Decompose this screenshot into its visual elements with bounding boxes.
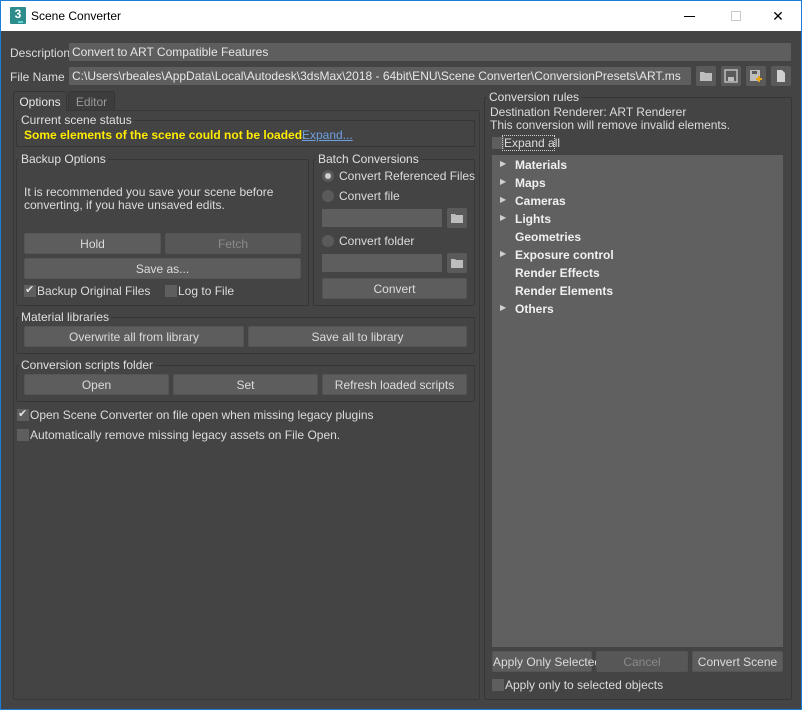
convert-scene-button[interactable]: Convert Scene bbox=[692, 651, 783, 672]
save-preset-button[interactable] bbox=[721, 66, 741, 86]
new-preset-button[interactable] bbox=[771, 66, 791, 86]
expand-arrow-icon[interactable]: ▶ bbox=[500, 303, 506, 312]
convert-folder-input[interactable] bbox=[322, 254, 442, 272]
minimize-button[interactable] bbox=[667, 1, 713, 31]
refresh-scripts-button[interactable]: Refresh loaded scripts bbox=[322, 374, 467, 395]
rule-label: Geometries bbox=[515, 230, 582, 244]
save-as-button[interactable]: Save as... bbox=[24, 258, 301, 279]
maximize-icon bbox=[731, 11, 741, 21]
browse-file-button[interactable] bbox=[447, 208, 467, 228]
expand-arrow-icon[interactable]: ▶ bbox=[500, 249, 506, 258]
browse-folder-button[interactable] bbox=[447, 253, 467, 273]
description-field[interactable]: Convert to ART Compatible Features bbox=[69, 43, 791, 61]
rule-item-exposure-control[interactable]: ▶ Exposure control bbox=[492, 246, 783, 264]
convert-folder-label: Convert folder bbox=[339, 234, 415, 248]
minimize-icon bbox=[684, 16, 695, 17]
destination-renderer-text: Destination Renderer: ART Renderer bbox=[490, 105, 687, 119]
log-to-file-label: Log to File bbox=[178, 284, 235, 298]
folder-icon bbox=[451, 214, 463, 223]
convert-button[interactable]: Convert bbox=[322, 278, 467, 299]
rule-label: Exposure control bbox=[515, 248, 614, 262]
rule-item-lights[interactable]: ▶ Lights bbox=[492, 210, 783, 228]
rule-label: Render Elements bbox=[515, 284, 614, 298]
file-name-field[interactable]: C:\Users\rbeales\AppData\Local\Autodesk\… bbox=[69, 67, 691, 85]
window-title: Scene Converter bbox=[31, 9, 122, 23]
rule-item-materials[interactable]: ▶ Materials bbox=[492, 156, 783, 174]
tab-options-label: Options bbox=[19, 95, 61, 109]
backup-recommendation-line1: It is recommended you save your scene be… bbox=[24, 185, 274, 199]
convert-referenced-label: Convert Referenced Files bbox=[339, 169, 476, 183]
backup-original-checkbox[interactable] bbox=[24, 283, 36, 297]
3dsmax-app-icon: 3 bbox=[10, 7, 26, 24]
expand-arrow-icon[interactable]: ▶ bbox=[500, 177, 506, 186]
rule-label: Lights bbox=[515, 212, 551, 226]
apply-only-objects-checkbox[interactable] bbox=[492, 679, 504, 691]
cancel-button[interactable]: Cancel bbox=[596, 651, 688, 672]
open-preset-button[interactable] bbox=[696, 66, 716, 86]
rule-label: Materials bbox=[515, 158, 568, 172]
apply-only-objects-label: Apply only to selected objects bbox=[505, 678, 664, 692]
tab-options[interactable]: Options bbox=[13, 91, 67, 111]
rule-label: Render Effects bbox=[515, 266, 600, 280]
close-button[interactable]: ✕ bbox=[755, 1, 801, 31]
convert-file-label: Convert file bbox=[339, 189, 400, 203]
batch-conversions-title: Batch Conversions bbox=[316, 152, 421, 166]
description-label: Description bbox=[10, 46, 71, 60]
maximize-button[interactable] bbox=[713, 1, 759, 31]
folder-open-icon bbox=[700, 72, 712, 81]
rule-item-render-elements[interactable]: Render Elements bbox=[492, 282, 783, 300]
save-to-library-button[interactable]: Save all to library bbox=[248, 326, 467, 347]
material-libraries-title: Material libraries bbox=[19, 310, 112, 324]
tab-editor[interactable]: Editor bbox=[68, 91, 115, 111]
conversion-rules-tree[interactable]: ▶ Materials ▶ Maps ▶ Cameras ▶ Lights Ge… bbox=[492, 155, 783, 647]
file-name-label: File Name bbox=[10, 70, 65, 84]
backup-options-title: Backup Options bbox=[19, 152, 108, 166]
new-file-icon bbox=[777, 70, 785, 82]
rule-item-render-effects[interactable]: Render Effects bbox=[492, 264, 783, 282]
scene-converter-window: 3 Scene Converter ✕ Description Convert … bbox=[0, 0, 802, 710]
convert-file-input[interactable] bbox=[322, 209, 442, 227]
expand-arrow-icon[interactable]: ▶ bbox=[500, 213, 506, 222]
tab-editor-label: Editor bbox=[75, 95, 108, 109]
expand-link[interactable]: Expand... bbox=[302, 128, 353, 142]
auto-remove-legacy-label: Automatically remove missing legacy asse… bbox=[30, 428, 341, 442]
rule-label: Others bbox=[515, 302, 554, 316]
save-as-preset-button[interactable] bbox=[746, 66, 766, 86]
overwrite-from-library-button[interactable]: Overwrite all from library bbox=[24, 326, 244, 347]
scripts-folder-title: Conversion scripts folder bbox=[19, 358, 156, 372]
open-on-missing-plugins-label: Open Scene Converter on file open when m… bbox=[30, 408, 374, 422]
folder-icon bbox=[451, 259, 463, 268]
rule-item-geometries[interactable]: Geometries bbox=[492, 228, 783, 246]
hold-button[interactable]: Hold bbox=[24, 233, 161, 254]
rule-item-maps[interactable]: ▶ Maps bbox=[492, 174, 783, 192]
backup-original-label: Backup Original Files bbox=[37, 284, 151, 298]
fetch-button[interactable]: Fetch bbox=[165, 233, 301, 254]
conversion-rules-title: Conversion rules bbox=[487, 90, 582, 104]
expand-arrow-icon[interactable]: ▶ bbox=[500, 159, 506, 168]
open-on-missing-plugins-checkbox[interactable] bbox=[17, 407, 29, 421]
expand-arrow-icon[interactable]: ▶ bbox=[500, 195, 506, 204]
rule-item-others[interactable]: ▶ Others bbox=[492, 300, 783, 318]
set-scripts-button[interactable]: Set bbox=[173, 374, 318, 395]
convert-referenced-radio[interactable] bbox=[322, 170, 334, 182]
save-icon bbox=[724, 69, 738, 83]
close-icon: ✕ bbox=[772, 8, 784, 24]
title-bar: 3 Scene Converter ✕ bbox=[1, 1, 801, 31]
rule-label: Cameras bbox=[515, 194, 566, 208]
scene-status-message: Some elements of the scene could not be … bbox=[24, 128, 306, 142]
expand-all-label: Expand all bbox=[504, 136, 561, 150]
auto-remove-legacy-checkbox[interactable] bbox=[17, 429, 29, 441]
conversion-note-text: This conversion will remove invalid elem… bbox=[490, 118, 731, 132]
open-scripts-button[interactable]: Open bbox=[24, 374, 169, 395]
log-to-file-checkbox[interactable] bbox=[165, 285, 177, 297]
rule-label: Maps bbox=[515, 176, 546, 190]
save-as-icon bbox=[750, 70, 762, 82]
rule-item-cameras[interactable]: ▶ Cameras bbox=[492, 192, 783, 210]
convert-file-radio[interactable] bbox=[322, 190, 334, 202]
scene-status-title: Current scene status bbox=[19, 113, 134, 127]
backup-recommendation-line2: converting, if you have unsaved edits. bbox=[24, 198, 225, 212]
apply-only-selected-button[interactable]: Apply Only Selected bbox=[492, 651, 601, 672]
convert-folder-radio[interactable] bbox=[322, 235, 334, 247]
